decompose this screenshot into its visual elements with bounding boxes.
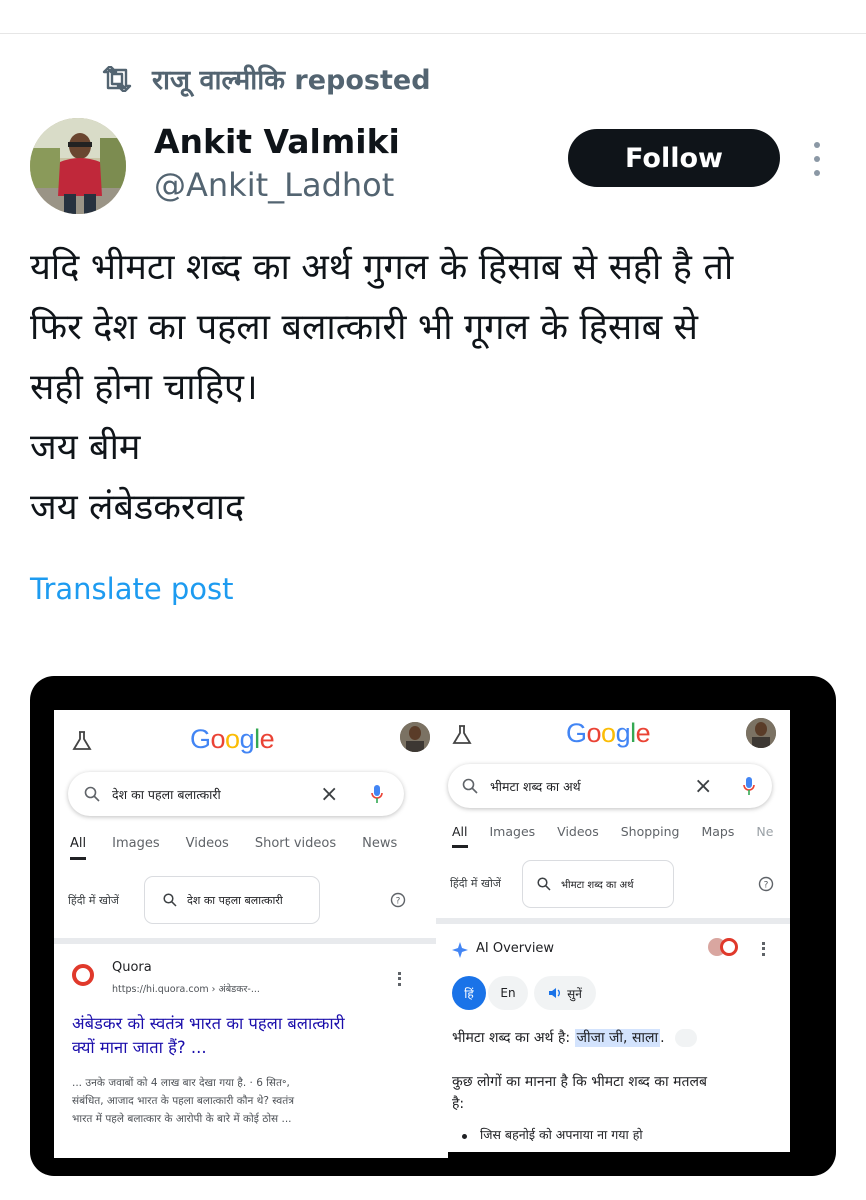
help-icon[interactable]: ? (390, 892, 406, 908)
account-avatar[interactable] (746, 718, 776, 748)
author-name[interactable]: Ankit Valmiki (154, 122, 400, 161)
translate-post-link[interactable]: Translate post (30, 572, 234, 606)
post-line: यदि भीमटा शब्द का अर्थ गुगल के हिसाब से … (30, 247, 734, 288)
ai-text-line: है: (452, 1096, 465, 1112)
lang-english-toggle[interactable]: En (488, 976, 528, 1010)
lang-hindi-toggle[interactable]: हिं (452, 976, 486, 1010)
tab-short-videos[interactable]: Short videos (255, 836, 336, 860)
repost-indicator[interactable]: राजू वाल्मीकि reposted (102, 60, 431, 97)
ai-sparkle-icon (452, 942, 468, 958)
repost-icon (102, 65, 132, 92)
ai-text-line: कुछ लोगों का मानना है कि भीमटा शब्द का म… (452, 1074, 707, 1090)
search-query: देश का पहला बलात्कारी (112, 786, 221, 802)
tab-news[interactable]: Ne (756, 824, 773, 848)
hindi-search-label: हिंदी में खोजें (68, 894, 119, 907)
help-icon[interactable]: ? (758, 876, 774, 892)
source-name: Quora (112, 960, 152, 975)
ai-meaning-line: भीमटा शब्द का अर्थ है: जीजा जी, साला. (452, 1028, 698, 1047)
section-divider (436, 918, 790, 924)
ai-options-icon[interactable] (762, 942, 765, 956)
result-snippet-line: संबंधित, आजाद भारत के पहला बलात्कारी कौन… (72, 1095, 294, 1107)
hindi-search-query: भीमटा शब्द का अर्थ (561, 880, 634, 891)
tab-maps[interactable]: Maps (701, 824, 734, 848)
meaning-highlight: जीजा जी, साला (574, 1029, 661, 1047)
search-icon (537, 877, 551, 891)
labs-flask-icon (452, 725, 472, 744)
repost-label: राजू वाल्मीकि reposted (152, 65, 431, 96)
quora-logo-icon (720, 938, 738, 956)
search-icon (163, 893, 177, 907)
result-title-line[interactable]: अंबेडकर को स्वतंत्र भारत का पहला बलात्का… (72, 1012, 345, 1035)
meaning-prefix: भीमटा शब्द का अर्थ है: (452, 1030, 571, 1046)
labs-flask-icon (72, 731, 92, 750)
post-media[interactable]: Google देश का पहला बलात्कारी × All Image… (30, 676, 836, 1176)
google-logo: Google (190, 724, 275, 754)
result-snippet-line: भारत में पहले बलात्कार के आरोपी के बारे … (72, 1113, 292, 1125)
mic-icon[interactable] (370, 784, 384, 804)
result-options-icon[interactable] (398, 972, 401, 986)
tab-news[interactable]: News (362, 836, 397, 860)
right-search-screenshot: Google भीमटा शब्द का अर्थ × All Images V… (436, 710, 790, 1152)
tab-all[interactable]: All (70, 836, 87, 860)
post-line: जय लंबेडकरवाद (30, 487, 245, 528)
google-logo: Google (566, 718, 651, 748)
search-icon (84, 786, 100, 802)
speaker-icon (549, 988, 561, 998)
search-tabs: All Images Videos Shopping Maps Ne (452, 824, 773, 848)
mic-icon[interactable] (742, 776, 756, 796)
svg-text:?: ? (764, 881, 769, 891)
tab-images[interactable]: Images (112, 836, 160, 860)
post-line: सही होना चाहिए। (30, 367, 258, 408)
author-handle[interactable]: @Ankit_Ladhot (154, 166, 394, 204)
search-tabs: All Images Videos Short videos News (70, 836, 397, 860)
tab-images[interactable]: Images (490, 824, 536, 848)
hindi-search-box[interactable]: देश का पहला बलात्कारी (144, 876, 320, 924)
left-search-screenshot: Google देश का पहला बलात्कारी × All Image… (54, 710, 448, 1158)
svg-text:?: ? (396, 897, 401, 907)
search-query: भीमटा शब्द का अर्थ (490, 778, 581, 794)
hindi-search-box[interactable]: भीमटा शब्द का अर्थ (522, 860, 674, 908)
tab-videos[interactable]: Videos (186, 836, 229, 860)
follow-button[interactable]: Follow (568, 129, 780, 187)
tab-videos[interactable]: Videos (557, 824, 599, 848)
source-url: https://hi.quora.com › अंबेडकर-... (112, 984, 260, 995)
author-avatar[interactable] (30, 118, 126, 214)
listen-button[interactable]: सुनें (534, 976, 596, 1010)
account-avatar[interactable] (400, 722, 430, 752)
clear-icon[interactable]: × (320, 782, 338, 807)
search-icon (462, 778, 478, 794)
section-divider (54, 938, 448, 944)
link-icon[interactable] (675, 1029, 698, 1047)
ai-overview-label: AI Overview (476, 941, 555, 956)
hindi-search-query: देश का पहला बलात्कारी (187, 893, 283, 907)
search-box[interactable]: देश का पहला बलात्कारी × (68, 772, 404, 816)
ai-bullet: जिस बहनोई को अपनाया ना गया हो (480, 1127, 643, 1142)
listen-label: सुनें (567, 986, 582, 1001)
post-line: जय बीम (30, 427, 141, 468)
result-title-line[interactable]: क्यों माना जाता हैं? ... (72, 1036, 207, 1059)
bullet-dot (462, 1134, 467, 1139)
quora-logo-icon (72, 964, 94, 986)
hindi-search-label: हिंदी में खोजें (450, 877, 501, 890)
more-options-icon[interactable] (810, 142, 824, 176)
tab-all[interactable]: All (452, 824, 468, 848)
top-divider (0, 33, 866, 34)
post-line: फिर देश का पहला बलात्कारी भी गूगल के हिस… (30, 307, 698, 348)
tab-shopping[interactable]: Shopping (621, 824, 680, 848)
result-snippet-line: ... उनके जवाबों को 4 लाख बार देखा गया है… (72, 1077, 290, 1089)
clear-icon[interactable]: × (694, 774, 712, 799)
search-box[interactable]: भीमटा शब्द का अर्थ × (448, 764, 772, 808)
post-text: यदि भीमटा शब्द का अर्थ गुगल के हिसाब से … (30, 238, 840, 538)
